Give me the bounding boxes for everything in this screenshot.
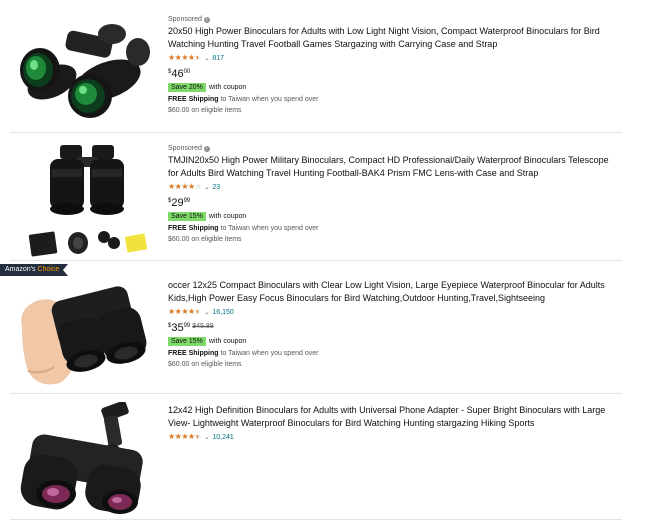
price[interactable]: $ 35 99 $45.89 bbox=[168, 322, 620, 335]
review-count[interactable]: 817 bbox=[212, 55, 224, 62]
product-title[interactable]: TMJIN20x50 High Power Military Binocular… bbox=[168, 154, 620, 180]
divider bbox=[10, 519, 622, 520]
chevron-down-icon[interactable]: ⌄ bbox=[204, 184, 209, 191]
product-image[interactable] bbox=[8, 402, 158, 518]
price-whole: 46 bbox=[171, 68, 184, 80]
result-item: 12x42 High Definition Binoculars for Adu… bbox=[0, 394, 622, 521]
chevron-down-icon[interactable]: ⌄ bbox=[204, 309, 209, 316]
star-rating-icon[interactable]: ★★★★★ ★★★★★ bbox=[168, 182, 202, 192]
price-fraction: 99 bbox=[183, 323, 191, 329]
coupon-text: with coupon bbox=[208, 213, 247, 220]
product-image[interactable] bbox=[8, 12, 158, 122]
binoculars-image bbox=[28, 145, 148, 257]
product-title[interactable]: 20x50 High Power Binoculars for Adults w… bbox=[168, 25, 620, 51]
result-item: Sponsored i TMJIN20x50 High Power Milita… bbox=[0, 133, 622, 260]
sponsored-label[interactable]: Sponsored i bbox=[168, 143, 620, 154]
shipping-info: FREE Shipping to Taiwan when you spend o… bbox=[168, 223, 338, 245]
info-icon[interactable]: i bbox=[203, 16, 210, 23]
coupon-text: with coupon bbox=[208, 338, 247, 345]
rating-row: ★★★★★ ★★★★★ ⌄ 10,241 bbox=[168, 431, 620, 443]
rating-row: ★★★★★ ★★★★★ ⌄ 817 bbox=[168, 52, 620, 64]
shipping-info: FREE Shipping to Taiwan when you spend o… bbox=[168, 94, 338, 116]
binoculars-with-phone-adapter-image bbox=[20, 402, 143, 514]
info-icon[interactable]: i bbox=[203, 145, 210, 152]
price[interactable]: $ 29 99 bbox=[168, 197, 620, 210]
coupon-text: with coupon bbox=[208, 84, 247, 91]
chevron-down-icon[interactable]: ⌄ bbox=[204, 434, 209, 441]
star-rating-icon[interactable]: ★★★★★ ★★★★★ bbox=[168, 307, 202, 317]
review-count[interactable]: 10,241 bbox=[212, 434, 233, 441]
product-image[interactable] bbox=[8, 279, 158, 389]
rating-row: ★★★★★ ★★★★★ ⌄ 23 bbox=[168, 181, 620, 193]
free-shipping-label: FREE Shipping bbox=[168, 225, 219, 232]
star-rating-icon[interactable]: ★★★★★ ★★★★★ bbox=[168, 53, 202, 63]
binoculars-image bbox=[20, 24, 150, 118]
coupon-badge: Save 15% bbox=[168, 337, 206, 346]
coupon-badge: Save 20% bbox=[168, 83, 206, 92]
review-count[interactable]: 16,150 bbox=[212, 309, 233, 316]
price-fraction: 99 bbox=[183, 198, 191, 204]
coupon: Save 15% with coupon bbox=[168, 211, 620, 222]
chevron-down-icon[interactable]: ⌄ bbox=[204, 55, 209, 62]
price[interactable]: $ 46 00 bbox=[168, 68, 620, 81]
shipping-info: FREE Shipping to Taiwan when you spend o… bbox=[168, 348, 338, 370]
sponsored-text: Sponsored bbox=[168, 15, 202, 23]
sponsored-label[interactable]: Sponsored i bbox=[168, 14, 620, 25]
list-price: $45.89 bbox=[192, 323, 214, 330]
star-rating-icon[interactable]: ★★★★★ ★★★★★ bbox=[168, 432, 202, 442]
product-title[interactable]: 12x42 High Definition Binoculars for Adu… bbox=[168, 404, 620, 430]
price-whole: 35 bbox=[171, 322, 184, 334]
rating-row: ★★★★★ ★★★★★ ⌄ 16,150 bbox=[168, 306, 620, 318]
product-image[interactable] bbox=[8, 139, 158, 257]
free-shipping-label: FREE Shipping bbox=[168, 350, 219, 357]
result-item: Sponsored i 20x50 High Power Binoculars … bbox=[0, 0, 622, 132]
result-item: occer 12x25 Compact Binoculars with Clea… bbox=[0, 261, 622, 392]
product-title[interactable]: occer 12x25 Compact Binoculars with Clea… bbox=[168, 279, 620, 305]
free-shipping-label: FREE Shipping bbox=[168, 96, 219, 103]
coupon-badge: Save 15% bbox=[168, 212, 206, 221]
price-fraction: 00 bbox=[183, 69, 191, 75]
price-whole: 29 bbox=[171, 197, 184, 209]
sponsored-text: Sponsored bbox=[168, 144, 202, 152]
coupon: Save 20% with coupon bbox=[168, 82, 620, 93]
coupon: Save 15% with coupon bbox=[168, 336, 620, 347]
binoculars-in-hand-image bbox=[21, 286, 147, 385]
review-count[interactable]: 23 bbox=[212, 184, 220, 191]
